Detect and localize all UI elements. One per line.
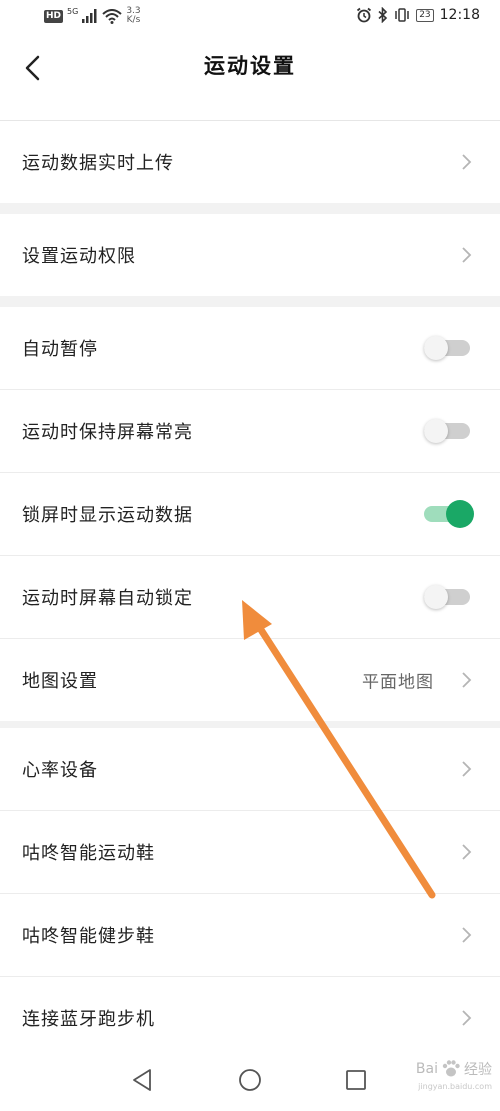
settings-group-permission: 设置运动权限 <box>0 214 500 296</box>
settings-group-upload: 运动数据实时上传 <box>0 121 500 203</box>
row-auto-lock-screen: 运动时屏幕自动锁定 <box>0 556 500 639</box>
chevron-right-icon <box>462 247 472 263</box>
page-title: 运动设置 <box>204 54 296 78</box>
chevron-right-icon <box>462 1010 472 1026</box>
watermark-brand: Bai <box>415 1061 438 1077</box>
chevron-right-icon <box>462 927 472 943</box>
baidu-watermark: Bai 经验 jingyan.baidu.com <box>415 1058 492 1091</box>
auto-lock-screen-toggle[interactable] <box>424 585 470 609</box>
row-sport-permission[interactable]: 设置运动权限 <box>0 214 500 296</box>
map-type-value: 平面地图 <box>362 672 434 693</box>
nav-recents-icon[interactable] <box>344 1068 368 1092</box>
row-heart-rate-device[interactable]: 心率设备 <box>0 728 500 811</box>
bluetooth-icon <box>378 7 388 23</box>
row-map-settings[interactable]: 地图设置 平面地图 <box>0 639 500 721</box>
nav-back-icon[interactable] <box>130 1068 154 1092</box>
watermark-brand-2: 经验 <box>464 1062 492 1078</box>
row-label: 设置运动权限 <box>22 246 136 267</box>
chevron-right-icon <box>462 761 472 777</box>
row-smart-walking-shoes[interactable]: 咕咚智能健步鞋 <box>0 894 500 977</box>
speed-unit: K/s <box>126 15 141 25</box>
row-label: 连接蓝牙跑步机 <box>22 1009 155 1030</box>
lock-screen-show-data-toggle[interactable] <box>424 500 474 528</box>
row-label: 心率设备 <box>22 760 98 781</box>
network-speed: 3.3 K/s <box>126 7 140 25</box>
chevron-right-icon <box>462 154 472 170</box>
row-realtime-upload[interactable]: 运动数据实时上传 <box>0 121 500 203</box>
toggle-knob <box>424 585 448 609</box>
battery-indicator: 23 <box>416 8 434 22</box>
row-keep-screen-on: 运动时保持屏幕常亮 <box>0 390 500 473</box>
paw-icon <box>442 1060 460 1077</box>
settings-group-display: 自动暂停 运动时保持屏幕常亮 锁屏时显示运动数据 运动时屏幕自动锁定 地图设置 … <box>0 307 500 721</box>
row-label: 咕咚智能运动鞋 <box>22 843 155 864</box>
clock: 12:18 <box>439 7 480 23</box>
row-label: 运动数据实时上传 <box>22 153 174 174</box>
row-label: 自动暂停 <box>22 339 98 360</box>
row-auto-pause: 自动暂停 <box>0 307 500 390</box>
row-lock-screen-show-data: 锁屏时显示运动数据 <box>0 473 500 556</box>
toggle-knob <box>424 336 448 360</box>
hd-badge: HD <box>44 9 64 23</box>
network-type: 5G <box>67 6 79 16</box>
nav-home-icon[interactable] <box>238 1068 262 1092</box>
row-label: 运动时保持屏幕常亮 <box>22 422 193 443</box>
chevron-right-icon <box>462 672 472 688</box>
wifi-icon <box>102 8 122 24</box>
status-bar: HD 5G 3.3 K/s 23 12:18 <box>0 0 500 36</box>
row-label: 运动时屏幕自动锁定 <box>22 588 193 609</box>
auto-pause-toggle[interactable] <box>424 336 470 360</box>
row-label: 锁屏时显示运动数据 <box>22 505 193 526</box>
vibrate-icon <box>395 8 409 22</box>
page-header: 运动设置 <box>0 36 500 121</box>
row-bluetooth-treadmill[interactable]: 连接蓝牙跑步机 <box>0 977 500 1059</box>
toggle-knob <box>446 500 474 528</box>
row-label: 咕咚智能健步鞋 <box>22 926 155 947</box>
signal-icon <box>82 9 97 23</box>
row-label: 地图设置 <box>22 671 98 692</box>
watermark-url: jingyan.baidu.com <box>418 1082 492 1091</box>
alarm-icon <box>357 7 372 23</box>
keep-screen-on-toggle[interactable] <box>424 419 470 443</box>
row-smart-sport-shoes[interactable]: 咕咚智能运动鞋 <box>0 811 500 894</box>
settings-group-devices: 心率设备 咕咚智能运动鞋 咕咚智能健步鞋 连接蓝牙跑步机 <box>0 728 500 1059</box>
chevron-right-icon <box>462 844 472 860</box>
toggle-knob <box>424 419 448 443</box>
